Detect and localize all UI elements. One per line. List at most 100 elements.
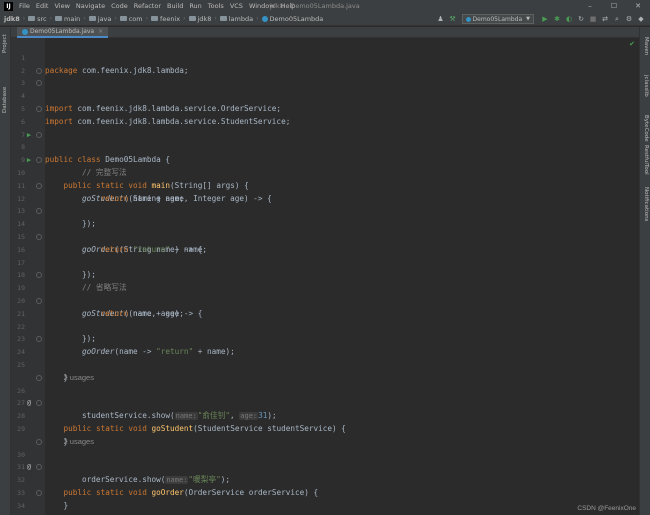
code-line: 5 xyxy=(11,90,639,113)
run-configuration-label: Demo05Lambda xyxy=(472,15,523,23)
fold-marker-icon[interactable] xyxy=(36,182,42,189)
java-class-icon xyxy=(465,16,471,22)
code-line: 31 orderService.show(name:"暖梨亭"); xyxy=(11,449,639,485)
breadcrumb-label: lambda xyxy=(228,14,254,23)
user-icon[interactable]: ♟ xyxy=(436,14,446,24)
build-hammer-icon[interactable]: ⚒ xyxy=(448,14,458,24)
left-tool-strip: Project Database xyxy=(0,27,11,515)
code-editor[interactable]: ✔ 1 package com.feenix.jdk8.lambda; 2 3 … xyxy=(11,38,639,515)
profile-icon[interactable]: ↻ xyxy=(576,14,586,24)
fold-marker-icon[interactable] xyxy=(36,208,42,215)
breadcrumb-com[interactable]: com xyxy=(119,15,143,23)
window-title: jdk8 - Demo05Lambda.java xyxy=(270,2,360,10)
fold-marker-icon[interactable] xyxy=(36,80,42,87)
code-line: 21 }); xyxy=(11,295,639,343)
menu-refactor[interactable]: Refactor xyxy=(134,2,161,10)
gear-icon[interactable]: ⚙ xyxy=(624,14,634,24)
menu-build[interactable]: Build xyxy=(167,2,183,10)
code-line: 22 xyxy=(11,308,639,331)
breadcrumb-separator-icon: › xyxy=(83,15,86,22)
menu-tools[interactable]: Tools xyxy=(208,2,224,10)
breadcrumb-separator-icon: › xyxy=(183,15,186,22)
notifications-tool-tab[interactable]: Notifications xyxy=(643,187,649,221)
breadcrumb-src[interactable]: src xyxy=(28,15,47,23)
breadcrumb-label: main xyxy=(64,14,81,23)
code-line: 1 package com.feenix.jdk8.lambda; xyxy=(11,39,639,75)
fold-marker-icon[interactable] xyxy=(36,464,42,471)
close-window-button[interactable]: ✕ xyxy=(626,0,650,12)
menu-run[interactable]: Run xyxy=(189,2,201,10)
fold-marker-icon[interactable] xyxy=(36,438,42,445)
folder-icon xyxy=(88,16,96,21)
chevron-down-icon: ▼ xyxy=(526,16,530,22)
database-tool-tab[interactable]: Database xyxy=(2,87,8,113)
folder-icon xyxy=(188,16,196,21)
fold-marker-icon[interactable] xyxy=(36,234,42,240)
project-tool-tab[interactable]: Project xyxy=(2,34,8,53)
run-icon[interactable]: ▶ xyxy=(540,14,550,24)
menu-vcs[interactable]: VCS xyxy=(230,2,243,10)
java-class-icon xyxy=(261,15,268,22)
code-line: 2 xyxy=(11,52,639,75)
search-icon[interactable]: ⌕ xyxy=(612,14,622,24)
minimize-button[interactable]: – xyxy=(578,0,602,12)
code-line: 32 } xyxy=(11,461,639,510)
debug-icon[interactable]: ✱ xyxy=(552,14,562,24)
breadcrumb-separator-icon: › xyxy=(256,15,259,22)
breadcrumb-file[interactable]: Demo05Lambda xyxy=(261,15,323,23)
fold-marker-icon[interactable] xyxy=(36,298,42,304)
code-line: 33 xyxy=(11,474,639,497)
code-line: 29 xyxy=(11,410,639,433)
usages-hint-line: 2 usages xyxy=(11,423,639,446)
folder-icon xyxy=(28,16,36,21)
breadcrumb-separator-icon: › xyxy=(49,15,53,22)
breadcrumb-separator-icon: › xyxy=(145,15,149,22)
code-line: 26 @ public static void goStudent(Studen… xyxy=(11,372,639,433)
bytecode-tool-tab[interactable]: ByteCode xyxy=(643,115,649,142)
code-line: 8 ▶ public static void main(String[] arg… xyxy=(11,129,639,190)
maximize-button[interactable]: ☐ xyxy=(602,0,626,12)
fold-marker-icon[interactable] xyxy=(36,336,42,343)
fold-marker-icon[interactable] xyxy=(36,400,42,407)
code-line: 18 // 省略写法 xyxy=(11,257,639,292)
restfultool-tab[interactable]: RestfulTool xyxy=(643,145,649,175)
maven-tool-tab[interactable]: Maven xyxy=(643,37,649,55)
fold-marker-icon[interactable] xyxy=(36,157,42,164)
breadcrumb-project[interactable]: jdk8 xyxy=(4,15,20,23)
fold-marker-icon[interactable] xyxy=(36,374,42,381)
close-tab-icon[interactable]: × xyxy=(98,28,103,35)
watermark: CSDN @FeenixOne xyxy=(577,505,636,512)
editor-tab-bar: Demo05Lambda.java × xyxy=(11,27,639,38)
right-tool-strip: Maven jclasslib ByteCode RestfulTool Not… xyxy=(639,27,650,515)
breadcrumb-feenix[interactable]: feenix xyxy=(151,15,180,23)
window-controls: – ☐ ✕ xyxy=(578,0,650,12)
fold-marker-icon[interactable] xyxy=(36,67,42,74)
intellij-icon[interactable]: ◆ xyxy=(636,14,646,24)
breadcrumb-lambda[interactable]: lambda xyxy=(219,14,254,23)
fold-marker-icon[interactable] xyxy=(36,131,42,138)
menu-file[interactable]: File xyxy=(19,2,30,10)
breadcrumb-main[interactable]: main xyxy=(55,15,80,23)
fold-marker-icon[interactable] xyxy=(36,106,42,112)
code-line: 23 goOrder(name -> "return" + name); xyxy=(11,321,639,356)
toolbar-right: ♟ ⚒ Demo05Lambda ▼ ▶ ✱ ◐ ↻ ■ ⇄ ⌕ ⚙ ◆ xyxy=(434,13,646,25)
breadcrumb-jdk8[interactable]: jdk8 xyxy=(188,14,212,23)
code-line: 20 return name + age; xyxy=(11,282,639,318)
code-line: 7 xyxy=(11,116,639,139)
breadcrumb-separator-icon: › xyxy=(114,15,117,22)
breadcrumb-label: jdk8 xyxy=(197,14,212,23)
translate-icon[interactable]: ⇄ xyxy=(600,14,610,24)
stop-icon[interactable]: ■ xyxy=(588,14,598,24)
fold-marker-icon[interactable] xyxy=(36,272,42,279)
jclasslib-tool-tab[interactable]: jclasslib xyxy=(643,75,649,97)
menu-view[interactable]: View xyxy=(54,2,69,10)
menu-edit[interactable]: Edit xyxy=(36,2,49,10)
menu-navigate[interactable]: Navigate xyxy=(76,2,105,10)
run-configuration-select[interactable]: Demo05Lambda ▼ xyxy=(461,14,534,24)
breadcrumb-java[interactable]: java xyxy=(88,15,111,23)
menu-code[interactable]: Code xyxy=(111,2,128,10)
breadcrumb-separator-icon: › xyxy=(214,15,217,22)
editor-tab-demo05lambda[interactable]: Demo05Lambda.java × xyxy=(17,27,109,38)
fold-marker-icon[interactable] xyxy=(36,490,42,496)
coverage-icon[interactable]: ◐ xyxy=(564,14,574,24)
